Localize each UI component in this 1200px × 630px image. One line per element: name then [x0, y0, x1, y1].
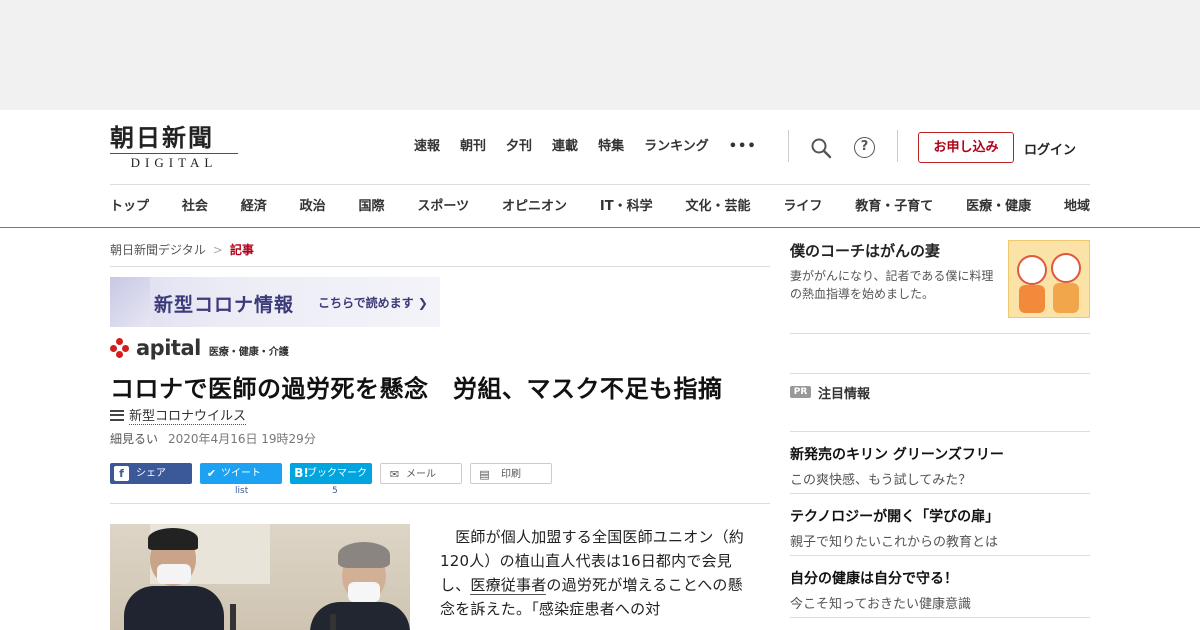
catnav-top[interactable]: トップ: [110, 195, 149, 214]
article-headline: コロナで医師の過労死を懸念 労組、マスク不足も指摘: [110, 375, 723, 403]
breadcrumb-divider: [110, 266, 770, 267]
pr-item-title: 新発売のキリン グリーンズフリー: [790, 447, 1004, 463]
topnav-tokushu[interactable]: 特集: [598, 138, 624, 156]
facebook-icon: f: [114, 466, 129, 481]
banner-link: こちらで読めます ❯: [318, 296, 428, 310]
list-icon: [110, 409, 124, 421]
byline: 細見るい 2020年4月16日 19時29分: [110, 430, 316, 447]
pr-badge: PR: [790, 386, 811, 398]
pr-item-title: 自分の健康は自分で守る！: [790, 571, 958, 587]
publish-date: 2020年4月16日 19時29分: [168, 432, 316, 446]
pr-item-desc: この爽快感、もう試してみた？: [790, 473, 972, 488]
apital-category: 医療・健康・介護: [208, 347, 289, 358]
more-menu-icon[interactable]: •••: [729, 138, 757, 156]
topnav-choukan[interactable]: 朝刊: [460, 138, 486, 156]
twitter-share-button[interactable]: ✔ ツイート: [200, 463, 282, 484]
pr-item[interactable]: 新発売のキリン グリーンズフリー この爽快感、もう試してみた？: [790, 432, 1090, 494]
login-link[interactable]: ログイン: [1024, 139, 1076, 158]
signup-button[interactable]: お申し込み: [918, 132, 1014, 163]
top-ad-area: [0, 0, 1200, 110]
promo-illustration: [1008, 240, 1090, 318]
hatena-bookmark-button[interactable]: B! ブックマーク: [290, 463, 372, 484]
logo-sub-text: DIGITAL: [110, 153, 238, 171]
nav-divider: [897, 130, 898, 162]
apital-logo-row[interactable]: apital 医療・健康・介護: [110, 336, 289, 360]
catnav-education[interactable]: 教育・子育て: [855, 195, 933, 214]
site-header: 朝日新聞 DIGITAL 速報 朝刊 夕刊 連載 特集 ランキング ••• ? …: [0, 110, 1200, 228]
tag-label: 新型コロナウイルス: [129, 405, 247, 425]
banner-title: 新型コロナ情報: [154, 294, 295, 316]
print-button[interactable]: ▤ 印刷: [470, 463, 552, 484]
banner-decoration: [110, 277, 150, 327]
article-body: 医師が個人加盟する全国医師ユニオン（約120人）の植山直人代表は16日都内で会見…: [440, 525, 748, 621]
twitter-share-label: ツイート: [221, 468, 261, 479]
catnav-culture[interactable]: 文化・芸能: [685, 195, 750, 214]
catnav-region[interactable]: 地域: [1064, 195, 1090, 214]
mail-share-button[interactable]: ✉ メール: [380, 463, 462, 484]
catnav-international[interactable]: 国際: [359, 195, 385, 214]
catnav-society[interactable]: 社会: [182, 195, 208, 214]
breadcrumb: 朝日新聞デジタル > 記事: [110, 241, 254, 258]
pr-item[interactable]: テクノロジーが開く「学びの扉」 親子で知りたいこれからの教育とは: [790, 494, 1090, 556]
catnav-opinion[interactable]: オピニオン: [502, 195, 567, 214]
topnav-sokuho[interactable]: 速報: [414, 138, 440, 156]
breadcrumb-current: 記事: [229, 243, 254, 257]
breadcrumb-separator: >: [212, 243, 223, 257]
logo-main-text: 朝日新聞: [110, 123, 214, 152]
share-bar: f シェア ✔ ツイート B! ブックマーク ✉ メール ▤ 印刷: [110, 463, 552, 484]
pr-item-title: テクノロジーが開く「学びの扉」: [790, 509, 1000, 525]
topnav-ranking[interactable]: ランキング: [644, 138, 709, 156]
twitter-icon: ✔: [206, 467, 217, 480]
catnav-it-science[interactable]: IT・科学: [600, 195, 653, 214]
catnav-economy[interactable]: 経済: [241, 195, 267, 214]
article-photo[interactable]: [110, 524, 410, 630]
help-icon[interactable]: ?: [854, 137, 875, 158]
print-label: 印刷: [501, 469, 521, 480]
pr-item-desc: 親子で知りたいこれからの教育とは: [790, 535, 999, 550]
mail-label: メール: [406, 469, 436, 480]
asahi-digital-logo[interactable]: 朝日新聞 DIGITAL: [110, 124, 240, 170]
apital-dots-icon: [110, 338, 132, 358]
author-name: 細見るい: [110, 432, 159, 446]
category-nav: トップ 社会 経済 政治 国際 スポーツ オピニオン IT・科学 文化・芸能 ラ…: [110, 195, 1090, 214]
pr-item[interactable]: 自分の健康は自分で守る！ 今こそ知っておきたい健康意識: [790, 556, 1090, 618]
hatena-count[interactable]: 5: [332, 486, 338, 496]
facebook-share-label: シェア: [136, 468, 166, 479]
article-divider: [110, 503, 770, 504]
corona-info-banner[interactable]: 新型コロナ情報 こちらで読めます ❯: [110, 277, 440, 327]
apital-logo-text: apital: [136, 336, 201, 360]
topnav-yukan[interactable]: 夕刊: [506, 138, 532, 156]
print-icon: ▤: [479, 468, 490, 481]
catnav-life[interactable]: ライフ: [783, 195, 822, 214]
catnav-sports[interactable]: スポーツ: [417, 195, 469, 214]
catnav-politics[interactable]: 政治: [300, 195, 326, 214]
hatena-icon: B!: [294, 466, 309, 480]
mail-icon: ✉: [389, 468, 400, 481]
promo-description: 妻ががんになり、記者である僕に料理の熱血指導を始めました。: [790, 269, 994, 301]
topnav-rensai[interactable]: 連載: [552, 138, 578, 156]
breadcrumb-home[interactable]: 朝日新聞デジタル: [110, 243, 206, 257]
top-nav: 速報 朝刊 夕刊 連載 特集 ランキング •••: [414, 138, 777, 156]
pr-header: PR 注目情報: [790, 373, 1090, 432]
facebook-share-button[interactable]: f シェア: [110, 463, 192, 484]
catnav-health[interactable]: 医療・健康: [966, 195, 1031, 214]
nav-divider: [788, 130, 789, 162]
article-tag[interactable]: 新型コロナウイルス: [110, 405, 247, 425]
pr-item-desc: 今こそ知っておきたい健康意識: [790, 597, 971, 612]
body-keyword-link[interactable]: 医療従事者: [470, 576, 547, 595]
header-divider: [110, 184, 1090, 185]
search-icon[interactable]: [810, 137, 832, 159]
side-promo-card[interactable]: 僕のコーチはがんの妻 妻ががんになり、記者である僕に料理の熱血指導を始めました。: [790, 240, 1090, 334]
twitter-list-link[interactable]: list: [235, 486, 248, 496]
pr-label: 注目情報: [818, 387, 871, 402]
hatena-label: ブックマーク: [307, 468, 367, 479]
